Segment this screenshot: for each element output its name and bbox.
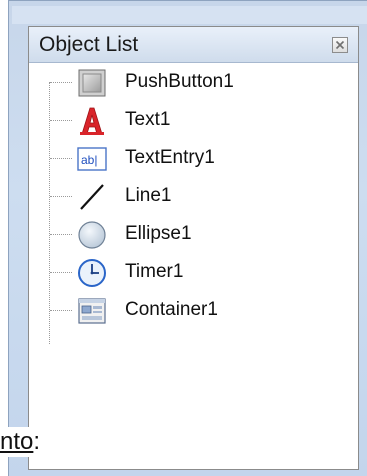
tree-item-label: TextEntry1	[125, 147, 215, 168]
svg-text:ab|: ab|	[81, 153, 97, 167]
tree-branch	[50, 196, 72, 197]
tree-branch	[50, 158, 72, 159]
tree-item-label: Ellipse1	[125, 223, 192, 244]
pushbutton-icon	[77, 68, 107, 98]
tree-item-label: Container1	[125, 299, 218, 320]
object-tree: PushButton1 Text1 ab| TextEntry1 Line1 E…	[29, 63, 358, 469]
tree-item-ellipse1[interactable]: Ellipse1	[29, 215, 358, 253]
tree-item-container1[interactable]: Container1	[29, 291, 358, 329]
background-text-underlined: nto	[0, 428, 34, 455]
tree-branch	[50, 234, 72, 235]
tree-branch	[50, 82, 72, 83]
close-icon	[335, 40, 345, 50]
tree-branch	[50, 310, 72, 311]
tree-item-label: PushButton1	[125, 71, 234, 92]
container-icon	[77, 296, 107, 326]
tree-item-label: Line1	[125, 185, 172, 206]
tree-item-pushbutton1[interactable]: PushButton1	[29, 63, 358, 101]
tree-item-textentry1[interactable]: ab| TextEntry1	[29, 139, 358, 177]
window-frame-highlight	[12, 6, 367, 24]
tree-item-label: Timer1	[125, 261, 184, 282]
close-button[interactable]	[332, 37, 348, 53]
ellipse-icon	[77, 220, 107, 250]
tree-item-text1[interactable]: Text1	[29, 101, 358, 139]
background-text: nto:	[0, 427, 43, 457]
timer-icon	[77, 258, 107, 288]
tree-item-label: Text1	[125, 109, 171, 130]
tree-item-line1[interactable]: Line1	[29, 177, 358, 215]
tree-item-timer1[interactable]: Timer1	[29, 253, 358, 291]
textentry-icon: ab|	[77, 144, 107, 174]
text-icon	[77, 106, 107, 136]
stage: Object List PushButton1 Text1 ab| TextEn…	[0, 0, 367, 476]
tree-branch	[50, 120, 72, 121]
line-icon	[77, 182, 107, 212]
object-list-panel: Object List PushButton1 Text1 ab| TextEn…	[28, 26, 359, 470]
tree-branch	[50, 272, 72, 273]
panel-header: Object List	[29, 27, 358, 63]
panel-title: Object List	[39, 33, 139, 56]
background-text-suffix: :	[33, 428, 41, 455]
